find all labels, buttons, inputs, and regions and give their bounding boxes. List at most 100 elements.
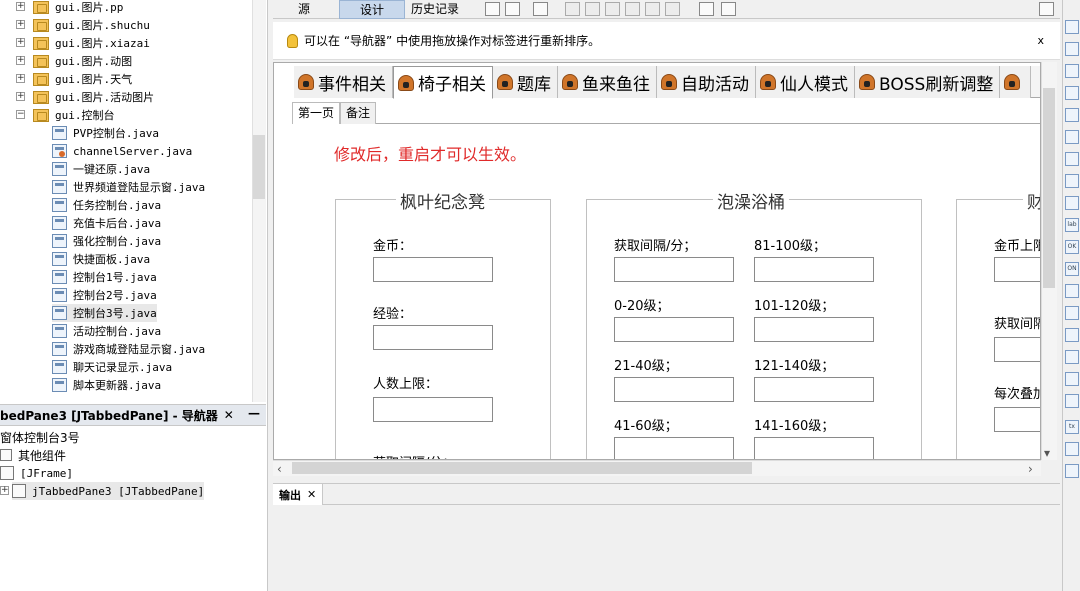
scroll-down-icon[interactable]: ▾ bbox=[1044, 446, 1050, 460]
palette-slider-icon[interactable] bbox=[1065, 464, 1079, 478]
expand-toggle[interactable]: + bbox=[16, 20, 25, 29]
palette-combobox-icon[interactable] bbox=[1065, 350, 1079, 364]
tree-item-java[interactable]: 游戏商城登陆显示窗.java bbox=[52, 340, 205, 358]
tree-item-java[interactable]: 活动控制台.java bbox=[52, 322, 161, 340]
palette-tabbed-icon[interactable] bbox=[1065, 64, 1079, 78]
tree-item-java[interactable]: 控制台1号.java bbox=[52, 268, 157, 286]
level-0-20-input[interactable] bbox=[614, 317, 734, 342]
tree-item-java[interactable]: 世界频道登陆显示窗.java bbox=[52, 178, 205, 196]
stack-input[interactable] bbox=[994, 407, 1040, 432]
level-21-40-input[interactable] bbox=[614, 377, 734, 402]
tab-boss-refresh[interactable]: BOSS刷新调整 bbox=[855, 66, 1001, 98]
resize-vertical-icon[interactable] bbox=[721, 2, 736, 16]
expand-toggle[interactable]: + bbox=[0, 486, 9, 495]
palette-label-icon[interactable]: lab bbox=[1065, 218, 1079, 232]
subtab-page1[interactable]: 第一页 bbox=[292, 102, 341, 124]
align-middle-icon[interactable] bbox=[665, 2, 680, 16]
tree-item-java[interactable]: 聊天记录显示.java bbox=[52, 358, 172, 376]
align-top-icon[interactable] bbox=[625, 2, 640, 16]
limit-input[interactable] bbox=[373, 397, 493, 422]
source-button[interactable]: 源 bbox=[281, 0, 327, 19]
expand-toggle[interactable]: + bbox=[16, 74, 25, 83]
selection-mode-icon[interactable] bbox=[485, 2, 500, 16]
expand-toggle[interactable]: + bbox=[16, 2, 25, 11]
resize-horizontal-icon[interactable] bbox=[699, 2, 714, 16]
collapse-toggle[interactable]: − bbox=[16, 110, 25, 119]
level-81-100-input[interactable] bbox=[754, 257, 874, 282]
subtab-notes[interactable]: 备注 bbox=[340, 102, 377, 124]
tree-item-folder[interactable]: gui.图片.xiazai bbox=[33, 34, 150, 52]
palette-internal-frame-icon[interactable] bbox=[1065, 174, 1079, 188]
palette-buttongroup-icon[interactable] bbox=[1065, 328, 1079, 342]
align-center-icon[interactable] bbox=[605, 2, 620, 16]
tree-item-folder-open[interactable]: gui.控制台 bbox=[33, 106, 115, 124]
align-right-icon[interactable] bbox=[585, 2, 600, 16]
level-141-160-input[interactable] bbox=[754, 437, 874, 459]
palette-split-icon[interactable] bbox=[1065, 86, 1079, 100]
design-vertical-thumb[interactable] bbox=[1043, 88, 1055, 288]
palette-scrollbar-icon[interactable] bbox=[1065, 442, 1079, 456]
tree-item-java-selected[interactable]: 控制台3号.java bbox=[52, 304, 157, 322]
connection-mode-icon[interactable] bbox=[505, 2, 520, 16]
scroll-right-icon[interactable]: › bbox=[1028, 462, 1033, 476]
palette-desktop-icon[interactable] bbox=[1065, 152, 1079, 166]
info-close-button[interactable]: x bbox=[1037, 34, 1044, 47]
palette-textfield-icon[interactable] bbox=[1065, 394, 1079, 408]
tab-chairs[interactable]: 椅子相关 bbox=[393, 66, 493, 99]
maximize-icon[interactable] bbox=[1039, 2, 1054, 16]
align-left-icon[interactable] bbox=[565, 2, 580, 16]
nav-item-tabbedpane[interactable]: jTabbedPane3 [JTabbedPane] bbox=[12, 482, 205, 500]
tree-scrollbar[interactable] bbox=[252, 0, 266, 402]
level-101-120-input[interactable] bbox=[754, 317, 874, 342]
tree-item-java[interactable]: 一键还原.java bbox=[52, 160, 150, 178]
tab-fishing[interactable]: 鱼来鱼往 bbox=[558, 66, 657, 98]
palette-panel-icon[interactable] bbox=[1065, 20, 1079, 34]
level-41-60-input[interactable] bbox=[614, 437, 734, 459]
expand-toggle[interactable]: + bbox=[16, 56, 25, 65]
minimize-icon[interactable]: — bbox=[248, 406, 260, 420]
tab-self-activity[interactable]: 自助活动 bbox=[657, 66, 756, 98]
tree-item-folder[interactable]: gui.图片.pp bbox=[33, 0, 123, 16]
align-bottom-icon[interactable] bbox=[645, 2, 660, 16]
design-button[interactable]: 设计 bbox=[339, 0, 405, 19]
scroll-left-icon[interactable]: ‹ bbox=[277, 462, 282, 476]
tree-item-java[interactable]: 快捷面板.java bbox=[52, 250, 150, 268]
expand-toggle[interactable]: + bbox=[16, 92, 25, 101]
palette-toggle-icon[interactable]: ON bbox=[1065, 262, 1079, 276]
palette-toolbar-icon[interactable] bbox=[1065, 130, 1079, 144]
palette-frame-icon[interactable] bbox=[1065, 42, 1079, 56]
tab-more[interactable] bbox=[1000, 66, 1032, 98]
preview-icon[interactable] bbox=[533, 2, 548, 16]
tree-item-java[interactable]: 任务控制台.java bbox=[52, 196, 161, 214]
tree-item-folder[interactable]: gui.图片.天气 bbox=[33, 70, 132, 88]
palette-list-icon[interactable] bbox=[1065, 372, 1079, 386]
nav-item-form[interactable]: 窗体控制台3号 bbox=[0, 428, 80, 446]
tree-scrollbar-thumb[interactable] bbox=[253, 135, 265, 199]
palette-scroll-icon[interactable] bbox=[1065, 108, 1079, 122]
tree-item-folder[interactable]: gui.图片.活动图片 bbox=[33, 88, 154, 106]
history-button[interactable]: 历史记录 bbox=[407, 0, 463, 19]
palette-radio-icon[interactable] bbox=[1065, 306, 1079, 320]
tree-item-folder[interactable]: gui.图片.shuchu bbox=[33, 16, 150, 34]
palette-button-icon[interactable]: OK bbox=[1065, 240, 1079, 254]
tab-quiz[interactable]: 题库 bbox=[493, 66, 558, 98]
design-horizontal-thumb[interactable] bbox=[292, 462, 752, 474]
nav-item-jframe[interactable]: [JFrame] bbox=[0, 464, 73, 482]
tab-events[interactable]: 事件相关 bbox=[294, 66, 393, 98]
gold-limit-input[interactable] bbox=[994, 257, 1040, 282]
tree-item-java[interactable]: 脚本更新器.java bbox=[52, 376, 161, 394]
close-icon[interactable]: ✕ bbox=[307, 488, 316, 501]
level-121-140-input[interactable] bbox=[754, 377, 874, 402]
tab-immortal-mode[interactable]: 仙人模式 bbox=[756, 66, 855, 98]
nav-item-other[interactable]: 其他组件 bbox=[0, 446, 66, 464]
interval-input[interactable] bbox=[614, 257, 734, 282]
palette-checkbox-icon[interactable] bbox=[1065, 284, 1079, 298]
expand-toggle[interactable]: + bbox=[16, 38, 25, 47]
tree-item-java[interactable]: channelServer.java bbox=[52, 142, 192, 160]
close-icon[interactable]: ✕ bbox=[224, 408, 234, 422]
exp-input[interactable] bbox=[373, 325, 493, 350]
tree-item-folder[interactable]: gui.图片.动图 bbox=[33, 52, 132, 70]
tree-item-java[interactable]: 控制台2号.java bbox=[52, 286, 157, 304]
interval-input[interactable] bbox=[994, 337, 1040, 362]
palette-layered-icon[interactable] bbox=[1065, 196, 1079, 210]
